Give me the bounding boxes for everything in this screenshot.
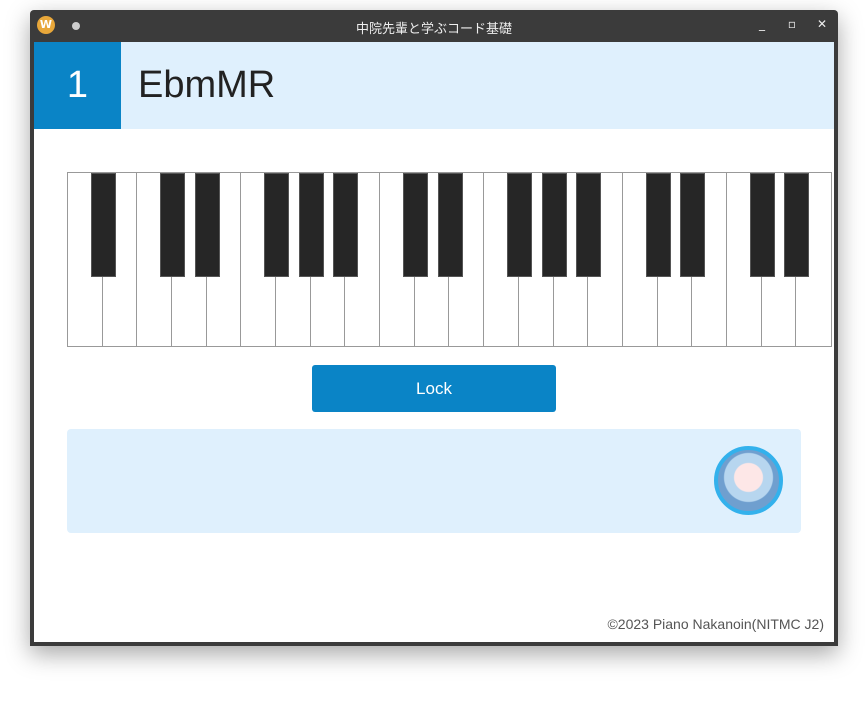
maximize-icon[interactable]: ▫	[784, 17, 800, 31]
black-key-a-sharp[interactable]	[90, 173, 116, 277]
question-number: 1	[34, 42, 121, 129]
black-key-c-sharp[interactable]	[645, 173, 671, 277]
black-key-a-sharp[interactable]	[333, 173, 359, 277]
minimize-icon[interactable]: _	[754, 17, 770, 31]
piano-keyboard	[67, 172, 832, 347]
copyright: ©2023 Piano Nakanoin(NITMC J2)	[607, 616, 824, 632]
chord-name: EbmMR	[138, 64, 276, 106]
character-avatar	[714, 446, 783, 515]
black-key-g-sharp[interactable]	[298, 173, 324, 277]
content-area: 1 EbmMR Lock ©2023 Piano Nakanoin(NITMC …	[34, 42, 834, 642]
black-key-c-sharp[interactable]	[402, 173, 428, 277]
lock-button[interactable]: Lock	[312, 365, 556, 412]
black-key-d-sharp[interactable]	[680, 173, 706, 277]
window-title: 中院先輩と学ぶコード基礎	[355, 22, 512, 37]
message-box	[67, 429, 801, 533]
app-window: W 中院先輩と学ぶコード基礎 _ ▫ ✕ 1 EbmMR Lock ©2023 …	[30, 10, 838, 646]
black-key-g-sharp[interactable]	[541, 173, 567, 277]
black-key-d-sharp[interactable]	[194, 173, 220, 277]
black-key-f-sharp[interactable]	[749, 173, 775, 277]
black-key-f-sharp[interactable]	[264, 173, 290, 277]
black-key-a-sharp[interactable]	[576, 173, 602, 277]
black-key-c-sharp[interactable]	[160, 173, 186, 277]
black-key-d-sharp[interactable]	[437, 173, 463, 277]
black-key-f-sharp[interactable]	[506, 173, 532, 277]
black-key-g-sharp[interactable]	[784, 173, 810, 277]
close-icon[interactable]: ✕	[814, 17, 830, 31]
question-header: 1 EbmMR	[34, 42, 834, 129]
title-bar: W 中院先輩と学ぶコード基礎 _ ▫ ✕	[30, 10, 838, 42]
